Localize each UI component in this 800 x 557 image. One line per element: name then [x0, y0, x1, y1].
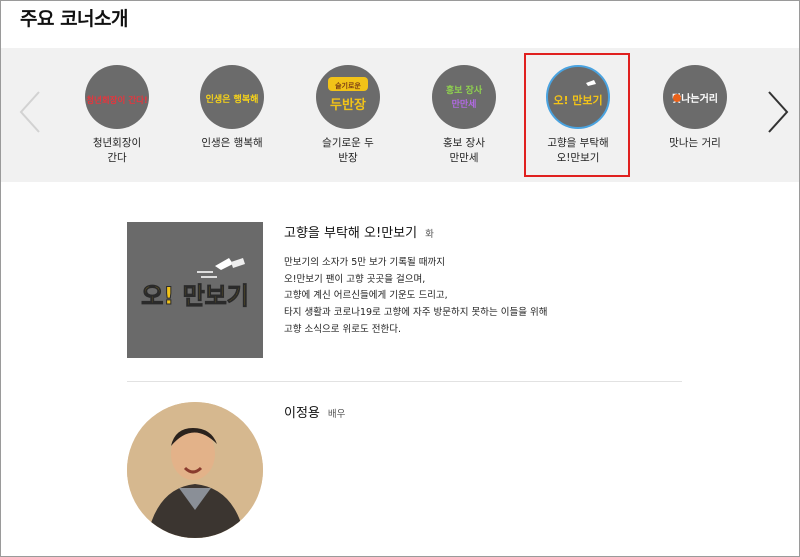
svg-text:오! 만보기: 오! 만보기 [141, 282, 249, 310]
program-thumbnail: 오! 만보기 [127, 222, 263, 358]
cast-role: 배우 [327, 409, 346, 420]
section-title: 주요 코너소개 [20, 8, 129, 30]
description-line: 오!만보기 팬이 고향 곳곳을 걸으며, [284, 273, 426, 285]
svg-text:두반장: 두반장 [330, 97, 366, 113]
description-line: 고향에 계신 어르신들에게 기운도 드리고, [284, 290, 448, 302]
corner-label: 인생은 행복해 [201, 137, 263, 149]
cast-info: 이정용 배우 [284, 402, 345, 421]
description-line: 타지 생활과 코로나19로 고향에 자주 방문하지 못하는 이들을 위해 [284, 307, 548, 319]
program-description: 만보기의 소자가 5만 보가 기록될 때까지 오!만보기 팬이 고향 곳곳을 걸… [284, 255, 548, 339]
selected-highlight-box [524, 53, 630, 177]
section-divider [127, 381, 682, 382]
corner-carousel: 청년회장이 간다! 청년회장이 간다 인생은 행복해 인생은 행복해 슬기로운 … [1, 48, 799, 182]
corner-item-happy-life[interactable]: 인생은 행복해 인생은 행복해 [187, 65, 277, 151]
svg-text:인생은 행복해: 인생은 행복해 [206, 93, 259, 105]
svg-text:슬기로운: 슬기로운 [335, 81, 361, 90]
corner-item-two-chiefs[interactable]: 슬기로운 두반장 슬기로운 두 반장 [303, 65, 393, 166]
corner-label-2: 반장 [338, 152, 358, 164]
svg-text:만만세: 만만세 [452, 98, 477, 110]
broadcast-day: 화 [425, 229, 434, 240]
program-title-row: 고향을 부탁해 오!만보기 화 [284, 222, 434, 241]
corner-label: 홍보 장사 [443, 137, 485, 149]
corner-label: 청년회장이 [92, 137, 142, 149]
corner-label-2: 간다 [107, 152, 127, 164]
corner-label: 슬기로운 두 [322, 137, 374, 149]
promo-sales-logo: 홍보 장사 만만세 [432, 65, 496, 129]
corner-item-tasty-street[interactable]: 맛나는거리 맛나는 거리 [650, 65, 740, 151]
svg-text:홍보 장사: 홍보 장사 [446, 84, 483, 96]
chevron-left-icon[interactable] [17, 90, 43, 134]
svg-text:청년회장이 간다!: 청년회장이 간다! [86, 95, 148, 106]
corner-item-promo-sales[interactable]: 홍보 장사 만만세 홍보 장사 만만세 [419, 65, 509, 166]
corner-label-2: 만만세 [449, 152, 479, 164]
description-line: 고향 소식으로 위로도 전한다. [284, 323, 401, 335]
corner-label: 맛나는 거리 [669, 137, 721, 149]
youth-chairman-logo: 청년회장이 간다! [85, 65, 149, 129]
cast-name: 이정용 [284, 406, 320, 421]
program-title: 고향을 부탁해 오!만보기 [284, 226, 418, 241]
cast-avatar [127, 402, 263, 538]
two-chiefs-logo: 슬기로운 두반장 [316, 65, 380, 129]
description-line: 만보기의 소자가 5만 보가 기록될 때까지 [284, 257, 445, 268]
tasty-street-logo: 맛나는거리 [663, 65, 727, 129]
happy-life-logo: 인생은 행복해 [200, 65, 264, 129]
corner-item-youth-chairman[interactable]: 청년회장이 간다! 청년회장이 간다 [72, 65, 162, 166]
chevron-right-icon[interactable] [765, 90, 791, 134]
